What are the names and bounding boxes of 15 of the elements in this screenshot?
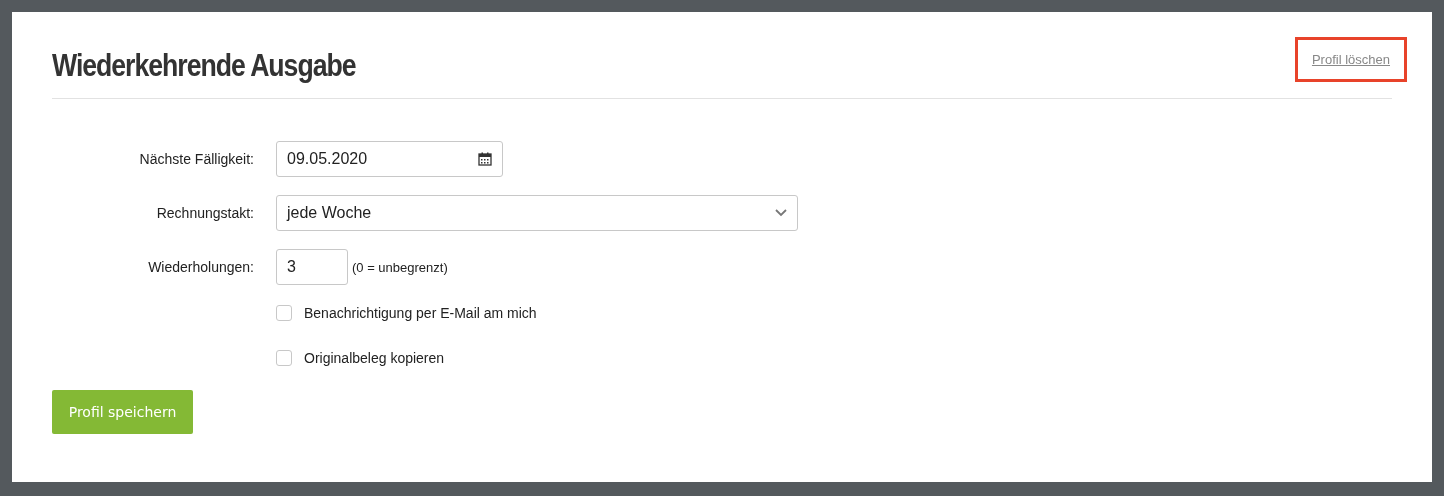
field-label: Rechnungstakt: (155, 205, 254, 221)
page-title: Wiederkehrende Ausgabe (52, 47, 356, 85)
field-label: Wiederholungen: (147, 259, 254, 275)
repetitions-field[interactable]: 3 (276, 249, 348, 285)
checkbox-label: Originalbeleg kopieren (304, 350, 445, 366)
chevron-down-icon (775, 209, 787, 217)
checkbox[interactable] (276, 350, 292, 366)
calendar-icon (478, 152, 492, 166)
hint-text: (0 = unbegrenzt) (352, 259, 448, 275)
date-field[interactable]: 09.05.2020 (276, 141, 503, 177)
checkbox[interactable] (276, 305, 292, 321)
delete-profile-link[interactable]: Profil löschen (1294, 37, 1407, 82)
checkbox-label: Benachrichtigung per E-Mail am mich (304, 305, 537, 321)
frequency-dropdown[interactable]: jede Woche (276, 195, 798, 231)
field-label: Nächste Fälligkeit: (138, 151, 254, 167)
